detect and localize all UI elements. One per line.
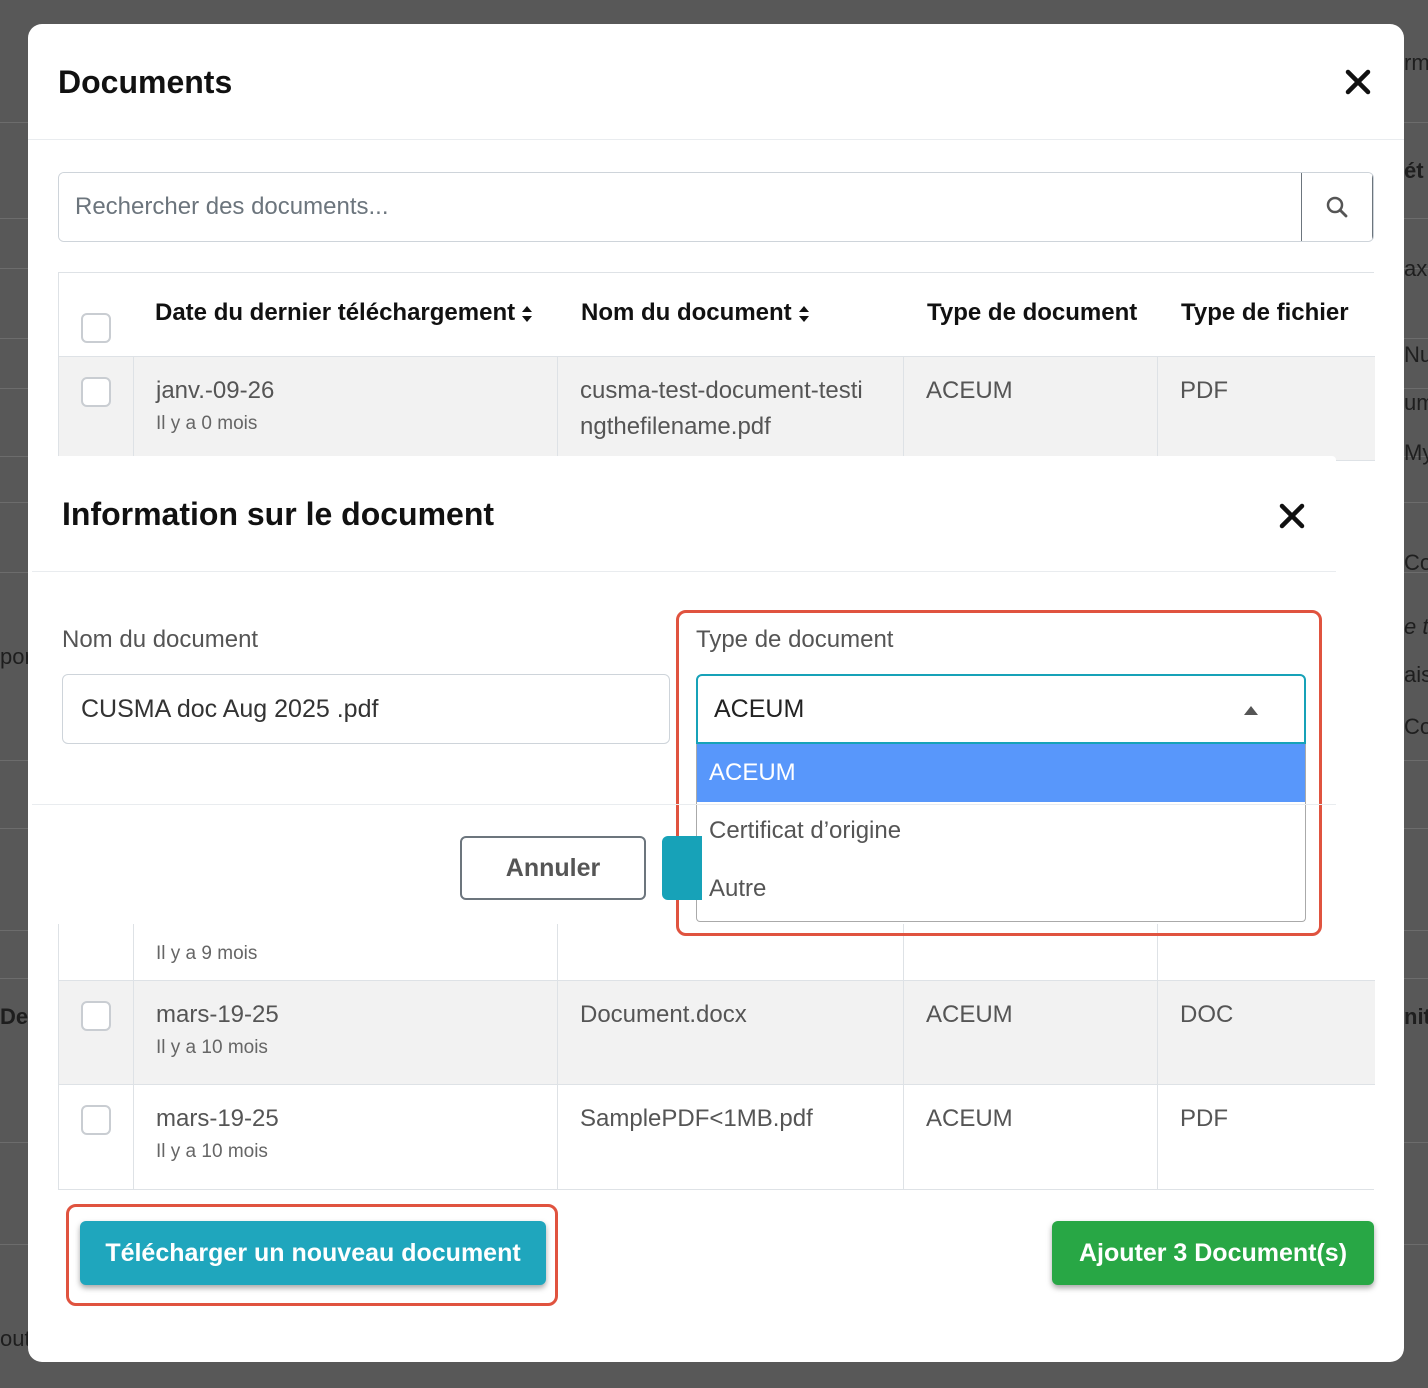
date-cell: mars-19-25 Il y a 10 mois — [133, 981, 557, 1084]
column-header-label: Nom du document — [581, 299, 792, 326]
bg-fragment: rm — [1404, 50, 1428, 75]
close-icon[interactable] — [1272, 496, 1312, 536]
upload-age: Il y a 10 mois — [156, 1141, 268, 1162]
search-button[interactable] — [1301, 173, 1373, 241]
document-type-dropdown: ACEUM Certificat d’origine Autre — [696, 744, 1306, 922]
row-checkbox[interactable] — [81, 377, 111, 407]
bg-fragment: nit — [1404, 1004, 1428, 1029]
sort-icon — [522, 305, 533, 322]
upload-age: Il y a 10 mois — [156, 1037, 268, 1058]
doc-type-cell: ACEUM — [903, 1085, 1157, 1189]
bg-fragment: De — [0, 1004, 28, 1029]
document-type-selected: ACEUM — [714, 694, 805, 723]
upload-age: Il y a 0 mois — [156, 413, 258, 434]
save-button[interactable] — [662, 836, 702, 900]
document-type-label: Type de document — [696, 626, 894, 653]
caret-up-icon — [1244, 706, 1258, 715]
column-header-label: Date du dernier téléchargement — [155, 299, 516, 326]
file-type: PDF — [1180, 1105, 1228, 1132]
bg-fragment: e ti — [1404, 614, 1428, 639]
file-type: PDF — [1180, 377, 1228, 404]
upload-date: mars-19-25 — [156, 1105, 279, 1132]
document-type: ACEUM — [926, 1105, 1013, 1132]
file-type-cell: PDF — [1157, 357, 1375, 460]
add-documents-button[interactable]: Ajouter 3 Document(s) — [1052, 1221, 1374, 1285]
inner-modal-divider — [32, 804, 1336, 805]
name-cell: Document.docx — [557, 981, 903, 1084]
date-cell: janv.-09-26 Il y a 0 mois — [133, 357, 557, 460]
cancel-button[interactable]: Annuler — [460, 836, 646, 900]
modal-header: Documents — [28, 24, 1404, 140]
inner-modal-title: Information sur le document — [62, 496, 495, 532]
upload-new-document-button[interactable]: Télécharger un nouveau document — [80, 1221, 546, 1285]
document-type: ACEUM — [926, 1001, 1013, 1028]
search-bar — [58, 172, 1374, 242]
table-row[interactable]: janv.-09-26 Il y a 0 mois cusma-test-doc… — [59, 357, 1375, 461]
checkbox-cell — [59, 357, 133, 460]
search-icon — [1326, 196, 1348, 218]
bg-fragment: ét — [1404, 158, 1424, 183]
row-checkbox[interactable] — [81, 1001, 111, 1031]
upload-date: janv.-09-26 — [156, 377, 275, 404]
option-certificat-origine[interactable]: Certificat d’origine — [697, 802, 1305, 860]
modal-title: Documents — [58, 64, 233, 100]
upload-date: mars-19-25 — [156, 1001, 279, 1028]
bg-fragment: um — [1404, 390, 1428, 415]
date-cell: mars-19-25 Il y a 10 mois — [133, 1085, 557, 1189]
doc-type-cell: ACEUM — [903, 357, 1157, 460]
document-name-label: Nom du document — [62, 626, 259, 653]
name-cell: SamplePDF<1MB.pdf — [557, 1085, 903, 1189]
file-type-cell: PDF — [1157, 1085, 1375, 1189]
search-input[interactable] — [59, 173, 1301, 241]
table-row[interactable]: mars-19-25 Il y a 10 mois SamplePDF<1MB.… — [59, 1085, 1375, 1189]
file-type: DOC — [1180, 1001, 1234, 1028]
bg-fragment: por — [0, 644, 28, 669]
document-name: cusma-test-document-testingthefilename.p… — [580, 377, 863, 440]
bg-fragment: ais — [1404, 662, 1428, 687]
upload-age: Il y a 9 mois — [156, 943, 258, 964]
bg-fragment: Co — [1404, 714, 1428, 739]
select-all-checkbox[interactable] — [81, 313, 111, 343]
bg-fragment: My — [1404, 440, 1428, 465]
checkbox-cell — [59, 1085, 133, 1189]
document-name: SamplePDF<1MB.pdf — [580, 1105, 813, 1132]
inner-modal-header: Information sur le document — [32, 456, 1336, 572]
document-type-select[interactable]: ACEUM — [696, 674, 1306, 744]
column-header-date[interactable]: Date du dernier téléchargement — [155, 299, 533, 327]
document-name: Document.docx — [580, 1001, 747, 1028]
table-row[interactable]: mars-19-25 Il y a 10 mois Document.docx … — [59, 981, 1375, 1085]
option-autre[interactable]: Autre — [697, 860, 1305, 918]
bg-fragment: Nu — [1404, 342, 1428, 367]
document-name-field[interactable]: CUSMA doc Aug 2025 .pdf — [62, 674, 670, 744]
file-type-cell: DOC — [1157, 981, 1375, 1084]
document-type: ACEUM — [926, 377, 1013, 404]
document-info-modal: Information sur le document Nom du docum… — [32, 456, 1336, 936]
row-checkbox[interactable] — [81, 1105, 111, 1135]
column-header-file-type: Type de fichier — [1181, 299, 1349, 326]
bg-fragment: ax — [1404, 256, 1428, 281]
doc-type-cell: ACEUM — [903, 981, 1157, 1084]
checkbox-cell — [59, 981, 133, 1084]
sort-icon — [798, 305, 809, 322]
close-icon[interactable] — [1338, 62, 1378, 102]
bg-fragment: out — [0, 1326, 28, 1351]
name-cell: cusma-test-document-testingthefilename.p… — [557, 357, 903, 460]
column-header-doc-type: Type de document — [927, 299, 1138, 326]
table-header-row: Date du dernier téléchargement Nom du do… — [59, 273, 1375, 357]
bg-fragment: Co — [1404, 550, 1428, 575]
option-aceum[interactable]: ACEUM — [697, 744, 1305, 802]
column-header-name[interactable]: Nom du document — [581, 299, 810, 327]
